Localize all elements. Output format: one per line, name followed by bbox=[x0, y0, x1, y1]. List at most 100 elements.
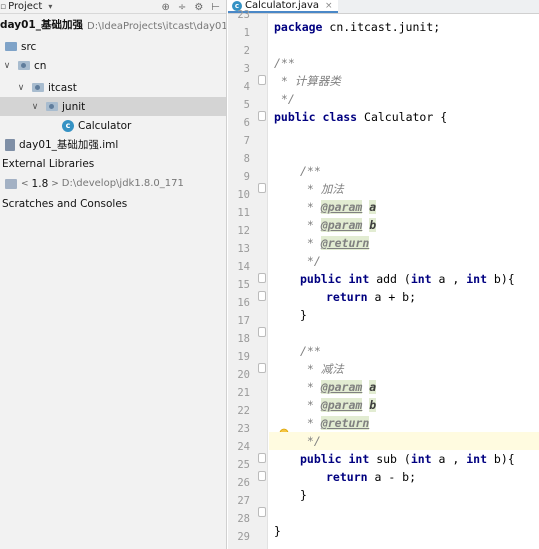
code-line[interactable]: * @return bbox=[274, 414, 370, 432]
code-line[interactable]: public int sub (int a , int b){ bbox=[274, 450, 515, 468]
fold-marker-icon[interactable] bbox=[258, 471, 266, 481]
javadoc-param: b bbox=[369, 218, 377, 232]
code-comment: * bbox=[300, 416, 321, 430]
code-comment: * bbox=[300, 218, 321, 232]
code-text: b){ bbox=[487, 452, 515, 466]
code-line[interactable]: public int add (int a , int b){ bbox=[274, 270, 515, 288]
code-line[interactable]: * 加法 bbox=[274, 180, 344, 198]
project-panel-header: ▫ Project ▾ ⊕ ÷ ⚙ ⊢ bbox=[0, 0, 226, 14]
code-keyword: class bbox=[322, 110, 358, 124]
tree-item-external-libraries[interactable]: External Libraries bbox=[0, 154, 226, 173]
tree-item-scratches[interactable]: Scratches and Consoles bbox=[0, 194, 226, 213]
collapse-all-icon[interactable]: ÷ bbox=[178, 2, 186, 13]
code-line[interactable]: package cn.itcast.junit; bbox=[274, 18, 440, 36]
code-comment: * 计算器类 bbox=[274, 74, 341, 88]
hide-panel-icon[interactable]: ⊢ bbox=[211, 2, 220, 13]
tree-item-src[interactable]: src bbox=[0, 37, 226, 56]
chevron-down-icon[interactable]: ∨ bbox=[16, 83, 26, 93]
fold-marker-icon[interactable] bbox=[258, 75, 266, 85]
code-line[interactable]: * @param a bbox=[274, 198, 377, 216]
project-view-icon: ▫ bbox=[0, 1, 7, 12]
code-line[interactable]: */ bbox=[274, 252, 321, 270]
javadoc-tag: @param bbox=[320, 380, 363, 394]
code-keyword: int bbox=[348, 272, 370, 286]
tree-item-calculator[interactable]: c Calculator bbox=[0, 116, 226, 135]
line-number: 27 bbox=[237, 495, 250, 507]
chevron-down-icon[interactable]: ▾ bbox=[48, 2, 52, 11]
tree-item-jdk[interactable]: < 1.8 > D:\develop\jdk1.8.0_171 bbox=[0, 174, 226, 193]
code-line-current[interactable]: */ bbox=[269, 432, 539, 450]
code-comment: /** bbox=[300, 164, 321, 178]
editor-tab-bar: c Calculator.java × bbox=[228, 0, 539, 14]
code-text: } bbox=[300, 308, 307, 322]
tree-item-cn[interactable]: ∨ cn bbox=[0, 56, 226, 75]
close-icon[interactable]: × bbox=[325, 1, 333, 11]
code-line[interactable]: * @return bbox=[274, 234, 370, 252]
tree-item-itcast[interactable]: ∨ itcast bbox=[0, 78, 226, 97]
line-number: 26 bbox=[237, 477, 250, 489]
fold-marker-icon[interactable] bbox=[258, 291, 266, 301]
code-keyword: int bbox=[410, 452, 432, 466]
code-keyword: public bbox=[300, 452, 342, 466]
module-file-icon bbox=[5, 138, 15, 151]
tree-item-module[interactable]: day01_基础加强 D:\IdeaProjects\itcast\day01_… bbox=[0, 15, 226, 34]
code-line[interactable]: * 减法 bbox=[274, 360, 344, 378]
line-number: 23 bbox=[237, 423, 250, 435]
chevron-down-icon[interactable]: ∨ bbox=[2, 61, 12, 71]
code-text: a - b; bbox=[367, 470, 417, 484]
code-line[interactable]: public class Calculator { bbox=[274, 108, 447, 126]
code-line[interactable]: * @param a bbox=[274, 378, 377, 396]
line-number: 19 bbox=[237, 351, 250, 363]
line-number: 23 bbox=[237, 9, 250, 21]
code-line[interactable]: } bbox=[274, 486, 307, 504]
tree-item-iml[interactable]: day01_基础加强.iml bbox=[0, 135, 226, 154]
chevron-down-icon[interactable]: ∨ bbox=[30, 102, 40, 112]
line-number-gutter[interactable]: 23 1 2 3 4 5 6 7 8 9 10 11 12 13 14 15 1… bbox=[228, 9, 268, 549]
code-line[interactable]: * @param b bbox=[274, 216, 377, 234]
gear-icon[interactable]: ⚙ bbox=[194, 2, 203, 13]
code-line[interactable]: return a - b; bbox=[274, 468, 416, 486]
fold-marker-icon[interactable] bbox=[258, 453, 266, 463]
tree-item-label: itcast bbox=[48, 81, 77, 94]
code-line[interactable]: /** bbox=[274, 342, 321, 360]
line-number: 1 bbox=[243, 27, 250, 39]
code-keyword: public bbox=[300, 272, 342, 286]
fold-marker-icon[interactable] bbox=[258, 111, 266, 121]
fold-marker-icon[interactable] bbox=[258, 183, 266, 193]
tree-item-label: Scratches and Consoles bbox=[2, 197, 128, 210]
javadoc-param: b bbox=[369, 398, 377, 412]
line-number: 3 bbox=[243, 63, 250, 75]
code-keyword: public bbox=[274, 110, 316, 124]
tree-item-junit[interactable]: ∨ junit bbox=[0, 97, 226, 116]
tree-item-label: junit bbox=[62, 100, 86, 113]
line-number: 6 bbox=[243, 117, 250, 129]
fold-marker-icon[interactable] bbox=[258, 363, 266, 373]
fold-marker-icon[interactable] bbox=[258, 327, 266, 337]
line-number: 8 bbox=[243, 153, 250, 165]
code-line[interactable]: } bbox=[274, 306, 307, 324]
project-panel-title[interactable]: Project bbox=[8, 1, 42, 12]
code-line[interactable]: * @param b bbox=[274, 396, 377, 414]
locate-icon[interactable]: ⊕ bbox=[162, 2, 170, 13]
code-text: a + b; bbox=[367, 290, 417, 304]
tree-item-label: day01_基础加强.iml bbox=[19, 139, 119, 151]
javadoc-tag: @param bbox=[320, 218, 363, 232]
code-editor[interactable]: c Calculator.java × 23 1 2 3 4 5 6 7 8 9… bbox=[228, 0, 539, 549]
code-keyword: int bbox=[466, 452, 487, 466]
code-line[interactable]: */ bbox=[274, 90, 295, 108]
code-line[interactable]: /** bbox=[274, 162, 321, 180]
fold-marker-icon[interactable] bbox=[258, 507, 266, 517]
line-number: 11 bbox=[237, 207, 250, 219]
javadoc-tag: @param bbox=[320, 200, 363, 214]
code-line[interactable]: } bbox=[274, 522, 281, 540]
library-icon bbox=[5, 178, 17, 189]
code-line[interactable]: /** bbox=[274, 54, 295, 72]
fold-marker-icon[interactable] bbox=[258, 273, 266, 283]
code-line[interactable]: * 计算器类 bbox=[274, 72, 341, 90]
tree-item-label: External Libraries bbox=[2, 157, 95, 170]
javadoc-tag: @param bbox=[320, 398, 363, 412]
code-keyword: package bbox=[274, 20, 323, 34]
line-number: 22 bbox=[237, 405, 250, 417]
code-keyword: int bbox=[410, 272, 432, 286]
code-line[interactable]: return a + b; bbox=[274, 288, 416, 306]
